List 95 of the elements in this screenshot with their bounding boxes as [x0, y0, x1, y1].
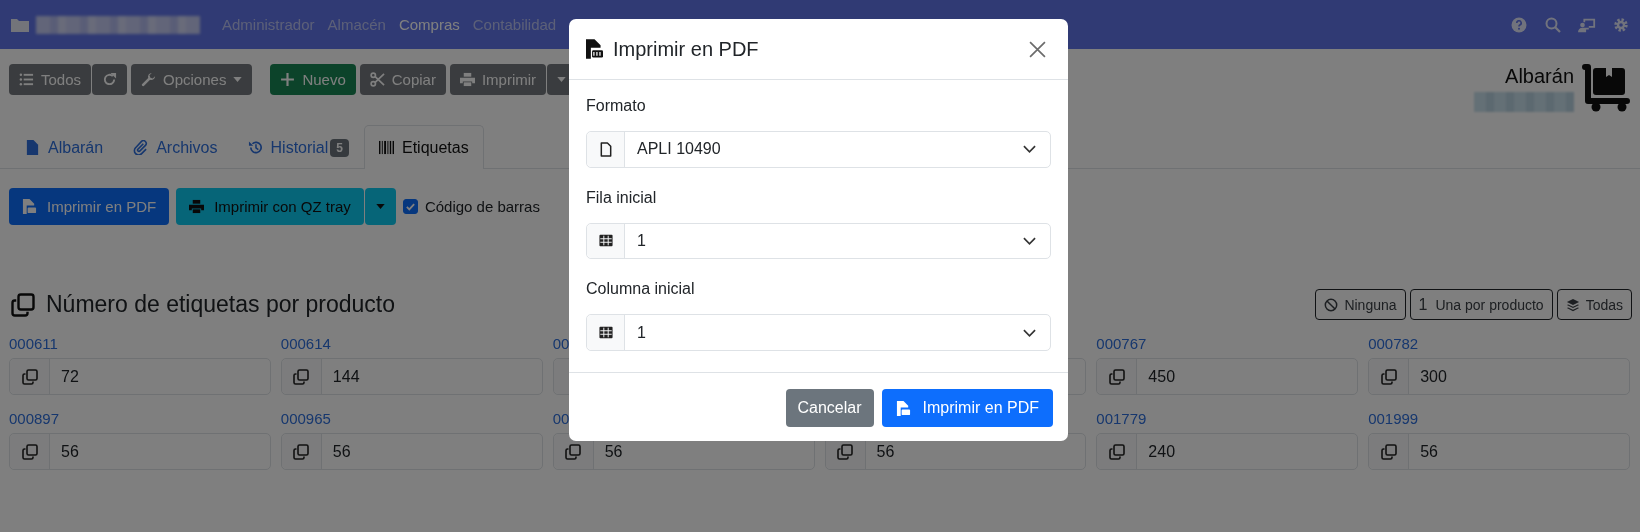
copy-icon: [1108, 368, 1125, 385]
tab[interactable]: Etiquetas: [364, 125, 484, 169]
history-icon: [247, 140, 263, 155]
dropdown-toggle[interactable]: [364, 188, 396, 225]
barcode-icon: [379, 140, 394, 155]
quantity-field[interactable]: 72: [9, 358, 271, 395]
check-icon: [403, 200, 417, 213]
count-badge: 5: [330, 138, 349, 157]
pdf-file-icon: [895, 400, 911, 416]
layers-icon: [1565, 297, 1580, 312]
product-link[interactable]: 000611: [9, 334, 58, 354]
caret-icon: [233, 77, 243, 82]
product-link[interactable]: 000767: [1096, 334, 1147, 354]
select-field[interactable]: 1: [586, 222, 1051, 260]
table-icon: [598, 233, 613, 249]
copy-icon: [1380, 443, 1397, 460]
folder-icon: [10, 16, 30, 33]
quantity-field[interactable]: 450: [1096, 358, 1359, 395]
file-icon: [25, 140, 40, 155]
filter-button[interactable]: Ninguna: [1315, 289, 1406, 320]
dialog-title: Imprimir en PDF: [613, 37, 759, 61]
product-link[interactable]: 000614: [280, 334, 331, 354]
printer-icon: [189, 199, 205, 214]
cancel-button[interactable]: Cancelar: [785, 389, 874, 427]
settings-icon[interactable]: [1612, 16, 1630, 33]
copy-icon: [293, 443, 310, 460]
product-link[interactable]: 000782: [1368, 334, 1419, 354]
plus-icon: [280, 72, 296, 87]
toolbar-button[interactable]: Imprimir: [449, 64, 547, 95]
select-field[interactable]: 1: [586, 314, 1051, 351]
copy-icon: [837, 443, 853, 460]
print-pdf-button[interactable]: Imprimir en PDF: [9, 188, 170, 225]
print-pdf-button[interactable]: Imprimir en PDF: [881, 389, 1053, 427]
list-icon: [19, 72, 34, 87]
pdf-file-icon: [586, 39, 603, 59]
caret-icon: [557, 77, 567, 82]
tab[interactable]: Historial 5: [232, 125, 364, 169]
product-link[interactable]: 00: [552, 409, 570, 429]
chevron-down-icon: [1023, 328, 1036, 337]
quantity-field[interactable]: 56: [9, 433, 271, 470]
table-icon: [598, 325, 613, 341]
close-button[interactable]: [1029, 40, 1046, 58]
pdf-file-icon: [22, 199, 37, 214]
tab[interactable]: Albarán: [10, 125, 119, 169]
quantity-field[interactable]: 144: [280, 358, 543, 395]
toolbar-button[interactable]: Copiar: [359, 64, 446, 95]
product-link[interactable]: 001779: [1096, 409, 1147, 429]
section-title: Número de etiquetas por producto: [46, 291, 396, 318]
printer-icon: [459, 72, 475, 87]
scissors-icon: [369, 72, 385, 87]
select-field[interactable]: APLI 10490: [586, 130, 1051, 168]
document-title: Albarán: [1505, 65, 1574, 88]
quantity-field[interactable]: 240: [1096, 433, 1359, 470]
toolbar-button[interactable]: Opciones: [131, 64, 253, 95]
copy-icon: [1380, 368, 1397, 385]
ban-icon: [1324, 297, 1339, 312]
copy-icon: [21, 443, 38, 460]
toolbar-button[interactable]: Todos: [9, 64, 92, 95]
filter-button[interactable]: Todas: [1556, 289, 1632, 320]
close-icon: [1029, 40, 1046, 58]
product-link[interactable]: 000897: [9, 409, 60, 429]
chevron-down-icon: [1023, 145, 1036, 154]
product-link[interactable]: 000965: [280, 409, 331, 429]
toolbar-button[interactable]: Nuevo: [270, 64, 356, 95]
quantity-field[interactable]: 300: [1368, 358, 1630, 395]
copy-icon: [1108, 443, 1125, 460]
nav-menu-item[interactable]: Compras: [398, 16, 460, 33]
refresh-button[interactable]: [92, 64, 128, 95]
filter-button[interactable]: 1 Una por producto: [1409, 289, 1553, 320]
field-label: Formato: [586, 97, 647, 116]
copy-icon: [11, 292, 35, 317]
caret-icon: [375, 204, 385, 209]
print-qz-button[interactable]: Imprimir con QZ tray: [176, 188, 364, 225]
number-icon: 1: [1418, 295, 1428, 314]
product-link[interactable]: 00: [552, 334, 570, 354]
chevron-down-icon: [1023, 236, 1036, 245]
help-icon[interactable]: [1510, 16, 1528, 33]
refresh-icon: [102, 72, 118, 87]
field-label: Fila inicial: [586, 188, 658, 208]
quantity-field[interactable]: 56: [1368, 433, 1630, 470]
tab[interactable]: Archivos: [118, 125, 233, 169]
wrench-icon: [141, 72, 157, 87]
file-icon: [598, 141, 613, 157]
search-icon[interactable]: [1544, 16, 1562, 33]
hand-truck-icon: [1582, 64, 1630, 112]
copy-icon: [293, 368, 310, 385]
field-label: Columna inicial: [586, 280, 696, 300]
product-link[interactable]: 001999: [1368, 409, 1419, 429]
presenter-icon[interactable]: [1578, 16, 1596, 33]
paperclip-icon: [133, 140, 149, 155]
copy-icon: [565, 443, 582, 460]
copy-icon: [21, 368, 38, 385]
quantity-field[interactable]: 56: [280, 433, 543, 470]
checkbox[interactable]: [402, 199, 418, 214]
checkbox-label: Código de barras: [424, 198, 540, 215]
